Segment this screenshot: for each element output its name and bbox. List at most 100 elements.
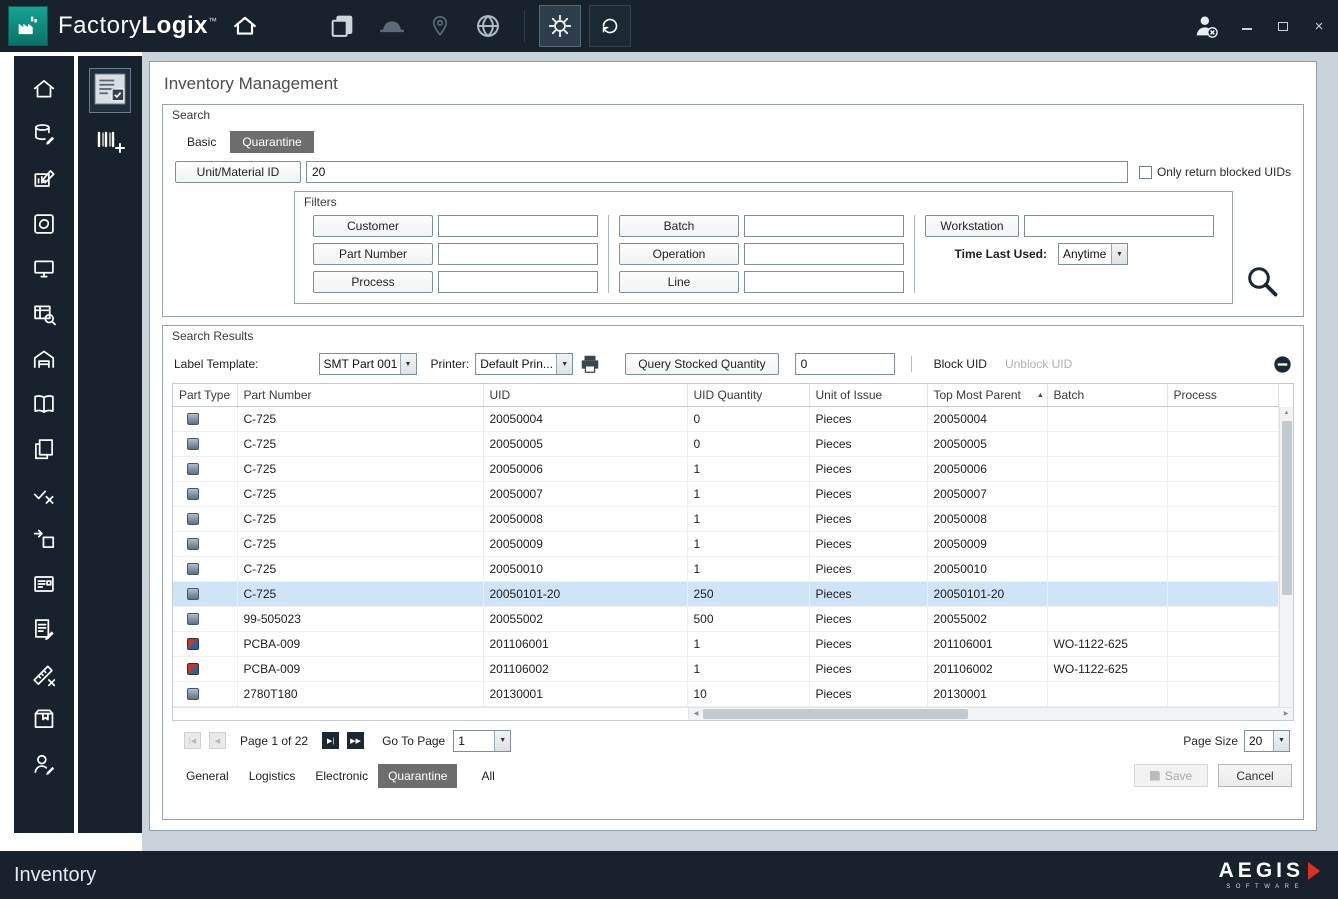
tab-electronic[interactable]: Electronic — [305, 764, 378, 788]
block-circle-icon[interactable] — [1273, 355, 1292, 374]
refresh-box-icon[interactable] — [31, 211, 57, 237]
table-row[interactable]: 2780T180 20130001 10 Pieces 20130001 — [173, 681, 1279, 706]
horizontal-scrollbar[interactable]: ◀ ▶ — [689, 708, 1293, 720]
warehouse-icon[interactable] — [31, 346, 57, 372]
table-row[interactable]: C-725 20050004 0 Pieces 20050004 — [173, 406, 1279, 431]
tab-logistics[interactable]: Logistics — [239, 764, 306, 788]
maximize-icon[interactable] — [1274, 17, 1292, 35]
printer-select[interactable]: Default Prin... ▼ — [475, 353, 573, 375]
table-row[interactable]: C-725 20050008 1 Pieces 20050008 — [173, 506, 1279, 531]
batch-filter-input[interactable] — [744, 215, 904, 237]
cancel-button[interactable]: Cancel — [1218, 764, 1292, 787]
process-filter-input[interactable] — [438, 271, 598, 293]
unit-material-id-button[interactable]: Unit/Material ID — [175, 161, 301, 183]
database-edit-icon[interactable] — [31, 121, 57, 147]
part-number-filter-button[interactable]: Part Number — [313, 243, 433, 265]
query-stocked-quantity-button[interactable]: Query Stocked Quantity — [625, 353, 778, 375]
scroll-right-icon[interactable]: ▶ — [1279, 710, 1293, 717]
home-nav-icon[interactable] — [31, 76, 57, 102]
unblock-uid-button[interactable]: Unblock UID — [999, 355, 1078, 373]
table-row[interactable]: C-725 20050006 1 Pieces 20050006 — [173, 456, 1279, 481]
part-number-filter-input[interactable] — [438, 243, 598, 265]
location-pin-icon[interactable] — [428, 14, 452, 38]
scroll-left-icon[interactable]: ◀ — [689, 710, 703, 717]
home-icon[interactable] — [232, 13, 258, 39]
minimize-icon[interactable] — [1238, 17, 1256, 35]
table-search-icon[interactable] — [31, 301, 57, 327]
close-icon[interactable]: × — [1310, 17, 1328, 35]
pagination: |◀ ◀ Page 1 of 22 ▶| ▶▶ Go To Page 1 ▼ P… — [184, 730, 1292, 752]
batch-filter-button[interactable]: Batch — [619, 215, 739, 237]
line-filter-input[interactable] — [744, 271, 904, 293]
copy-pages-icon[interactable] — [31, 436, 57, 462]
builder-hardhat-icon[interactable] — [378, 12, 406, 40]
next-page-icon[interactable]: ▶| — [322, 732, 339, 749]
block-uid-button[interactable]: Block UID — [928, 355, 993, 373]
user-edit-icon[interactable] — [31, 751, 57, 777]
page-size-select[interactable]: 20 ▼ — [1244, 730, 1290, 752]
workstation-filter-button[interactable]: Workstation — [925, 215, 1019, 237]
print-icon[interactable] — [579, 353, 601, 375]
label-template-select[interactable]: SMT Part 001 ▼ — [319, 353, 417, 375]
tab-quarantine-bottom[interactable]: Quarantine — [378, 764, 457, 788]
history-refresh-icon[interactable] — [589, 5, 631, 47]
col-part-number[interactable]: Part Number — [237, 384, 483, 406]
col-uid[interactable]: UID — [483, 384, 687, 406]
tab-quarantine[interactable]: Quarantine — [230, 131, 313, 153]
vertical-scroll-thumb[interactable] — [1282, 421, 1292, 595]
table-row[interactable]: C-725 20050007 1 Pieces 20050007 — [173, 481, 1279, 506]
table-row[interactable]: PCBA-009 201106001 1 Pieces 201106001 WO… — [173, 631, 1279, 656]
table-row[interactable]: C-725 20050101-20 250 Pieces 20050101-20 — [173, 581, 1279, 606]
line-filter-button[interactable]: Line — [619, 271, 739, 293]
table-row[interactable]: PCBA-009 201106002 1 Pieces 201106002 WO… — [173, 656, 1279, 681]
customer-filter-button[interactable]: Customer — [313, 215, 433, 237]
customer-filter-input[interactable] — [438, 215, 598, 237]
horizontal-scroll-thumb[interactable] — [703, 709, 968, 719]
book-icon[interactable] — [31, 391, 57, 417]
workstation-filter-input[interactable] — [1024, 215, 1214, 237]
col-unit-of-issue[interactable]: Unit of Issue — [809, 384, 927, 406]
document-edit-icon[interactable] — [31, 616, 57, 642]
inventory-list-icon[interactable] — [89, 68, 131, 113]
col-process[interactable]: Process — [1167, 384, 1279, 406]
process-filter-button[interactable]: Process — [313, 271, 433, 293]
tab-basic[interactable]: Basic — [175, 131, 228, 153]
vertical-scrollbar[interactable]: ▲ — [1279, 407, 1293, 707]
col-batch[interactable]: Batch — [1047, 384, 1167, 406]
only-blocked-checkbox-row[interactable]: Only return blocked UIDs — [1139, 165, 1291, 179]
last-page-icon[interactable]: ▶▶ — [347, 732, 364, 749]
previous-page-icon[interactable]: ◀ — [209, 732, 226, 749]
checkbox-icon[interactable] — [1139, 166, 1152, 179]
documents-icon[interactable] — [328, 12, 356, 40]
col-uid-quantity[interactable]: UID Quantity — [687, 384, 809, 406]
web-globe-icon[interactable] — [474, 12, 502, 40]
workstation-monitor-icon[interactable] — [31, 256, 57, 282]
first-page-icon[interactable]: |◀ — [184, 732, 201, 749]
save-button[interactable]: Save — [1134, 764, 1208, 787]
table-row[interactable]: C-725 20050009 1 Pieces 20050009 — [173, 531, 1279, 556]
table-row[interactable]: 99-505023 20055002 500 Pieces 20055002 — [173, 606, 1279, 631]
scroll-up-icon[interactable]: ▲ — [1284, 407, 1290, 419]
col-top-most-parent[interactable]: Top Most Parent▲ — [927, 384, 1047, 406]
unit-material-id-input[interactable] — [306, 161, 1128, 183]
tab-all[interactable]: All — [471, 764, 504, 788]
package-tag-icon[interactable] — [31, 706, 57, 732]
settings-gear-icon[interactable] — [539, 5, 581, 47]
barcode-add-icon[interactable] — [93, 127, 127, 160]
search-button[interactable] — [1244, 263, 1280, 302]
stocked-quantity-input[interactable] — [795, 353, 895, 375]
measure-ruler-icon[interactable] — [31, 661, 57, 687]
table-row[interactable]: C-725 20050005 0 Pieces 20050005 — [173, 431, 1279, 456]
table-row[interactable]: C-725 20050010 1 Pieces 20050010 — [173, 556, 1279, 581]
tab-general[interactable]: General — [176, 764, 239, 788]
col-part-type[interactable]: Part Type — [173, 384, 237, 406]
transfer-box-icon[interactable] — [31, 526, 57, 552]
time-last-used-select[interactable]: Anytime ▼ — [1058, 243, 1128, 265]
operation-filter-button[interactable]: Operation — [619, 243, 739, 265]
report-chart-icon[interactable] — [31, 166, 57, 192]
user-disconnect-icon[interactable] — [1192, 12, 1220, 40]
form-card-icon[interactable] — [31, 571, 57, 597]
operation-filter-input[interactable] — [744, 243, 904, 265]
go-to-page-select[interactable]: 1 ▼ — [453, 730, 511, 752]
verify-check-x-icon[interactable] — [31, 481, 57, 507]
